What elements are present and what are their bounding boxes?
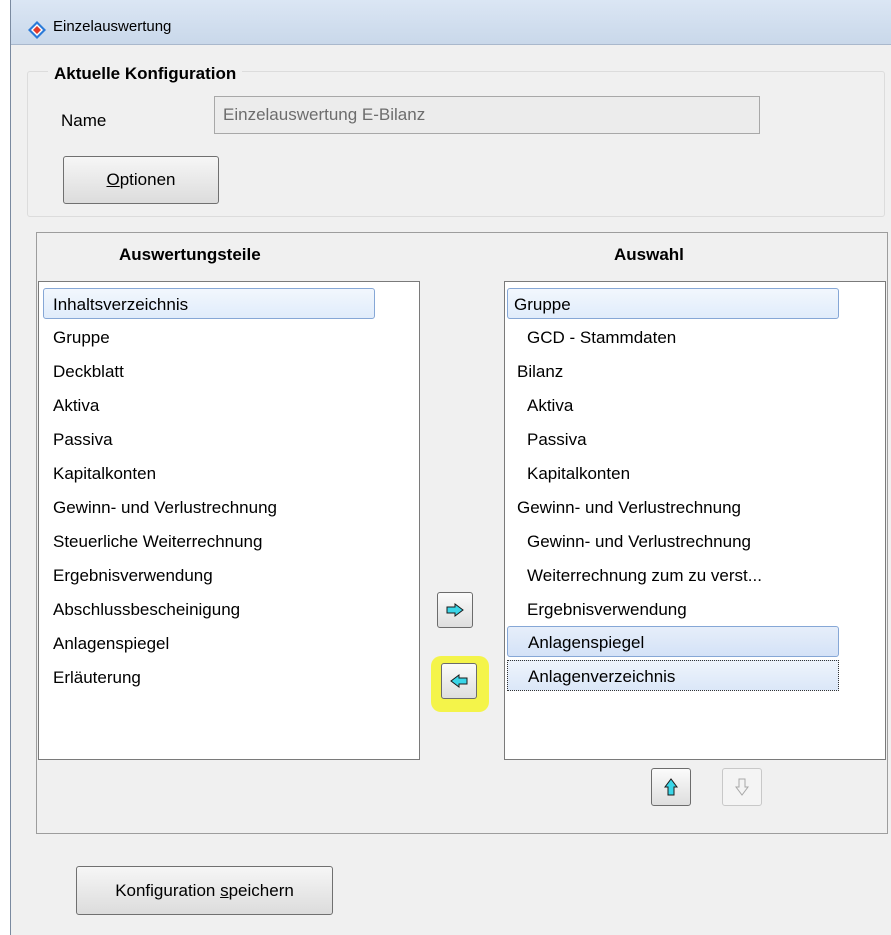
options-label: ptionen	[119, 170, 176, 189]
list-item-selected[interactable]: Aktiva	[527, 390, 573, 421]
list-item-selected[interactable]: Anlagenspiegel	[507, 626, 839, 657]
list-item-available[interactable]: Gewinn- und Verlustrechnung	[53, 492, 277, 523]
save-label-rest: peichern	[228, 881, 294, 900]
list-item-available[interactable]: Anlagenspiegel	[53, 628, 169, 659]
options-button[interactable]: Optionen	[63, 156, 219, 204]
list-item-available[interactable]: Passiva	[53, 424, 113, 455]
list-item-available[interactable]: Abschlussbescheinigung	[53, 594, 240, 625]
title-bar[interactable]: Einzelauswertung	[11, 0, 891, 45]
save-mnemonic: s	[220, 881, 229, 900]
list-item-selected[interactable]: Ergebnisverwendung	[527, 594, 687, 625]
options-mnemonic: O	[106, 170, 120, 189]
list-item-available[interactable]: Inhaltsverzeichnis	[43, 288, 375, 319]
list-item-selected[interactable]: Gewinn- und Verlustrechnung	[527, 526, 751, 557]
save-label-prefix: Konfiguration	[115, 881, 221, 900]
remove-from-selection-button[interactable]	[441, 663, 477, 699]
list-item-selected[interactable]: Passiva	[527, 424, 587, 455]
config-legend: Aktuelle Konfiguration	[48, 64, 243, 84]
left-list-header: Auswertungsteile	[119, 245, 261, 264]
list-item-available[interactable]: Ergebnisverwendung	[53, 560, 213, 591]
list-item-selected[interactable]: Weiterrechnung zum zu verst...	[527, 560, 762, 591]
selected-parts-list[interactable]: Gruppe GCD - Stammdaten Bilanz Aktiva Pa…	[504, 281, 886, 760]
list-item-selected[interactable]: GCD - Stammdaten	[527, 322, 676, 353]
list-item-available[interactable]: Erläuterung	[53, 662, 141, 693]
list-item-selected[interactable]: Gruppe	[507, 288, 839, 319]
list-item-selected[interactable]: Anlagenverzeichnis	[507, 660, 839, 691]
available-parts-list[interactable]: Inhaltsverzeichnis Gruppe Deckblatt Akti…	[38, 281, 420, 760]
arrow-right-icon	[446, 603, 464, 617]
move-down-button[interactable]	[722, 768, 762, 806]
list-item-available[interactable]: Aktiva	[53, 390, 99, 421]
list-item-available[interactable]: Kapitalkonten	[53, 458, 156, 489]
name-field: Einzelauswertung E-Bilanz	[214, 96, 760, 134]
app-icon	[28, 21, 46, 39]
list-item-available[interactable]: Steuerliche Weiterrechnung	[53, 526, 262, 557]
arrow-up-icon	[664, 778, 678, 796]
move-up-button[interactable]	[651, 768, 691, 806]
window-title: Einzelauswertung	[53, 18, 172, 35]
list-item-available[interactable]: Gruppe	[53, 322, 110, 353]
arrow-left-icon	[450, 674, 468, 688]
list-item-selected[interactable]: Gewinn- und Verlustrechnung	[517, 492, 741, 523]
list-item-selected[interactable]: Bilanz	[517, 356, 563, 387]
list-item-available[interactable]: Deckblatt	[53, 356, 124, 387]
name-label: Name	[61, 111, 107, 130]
arrow-down-icon	[735, 778, 749, 796]
right-list-header: Auswahl	[614, 245, 684, 264]
add-to-selection-button[interactable]	[437, 592, 473, 628]
save-configuration-button[interactable]: Konfiguration speichern	[76, 866, 333, 915]
list-item-selected[interactable]: Kapitalkonten	[527, 458, 630, 489]
